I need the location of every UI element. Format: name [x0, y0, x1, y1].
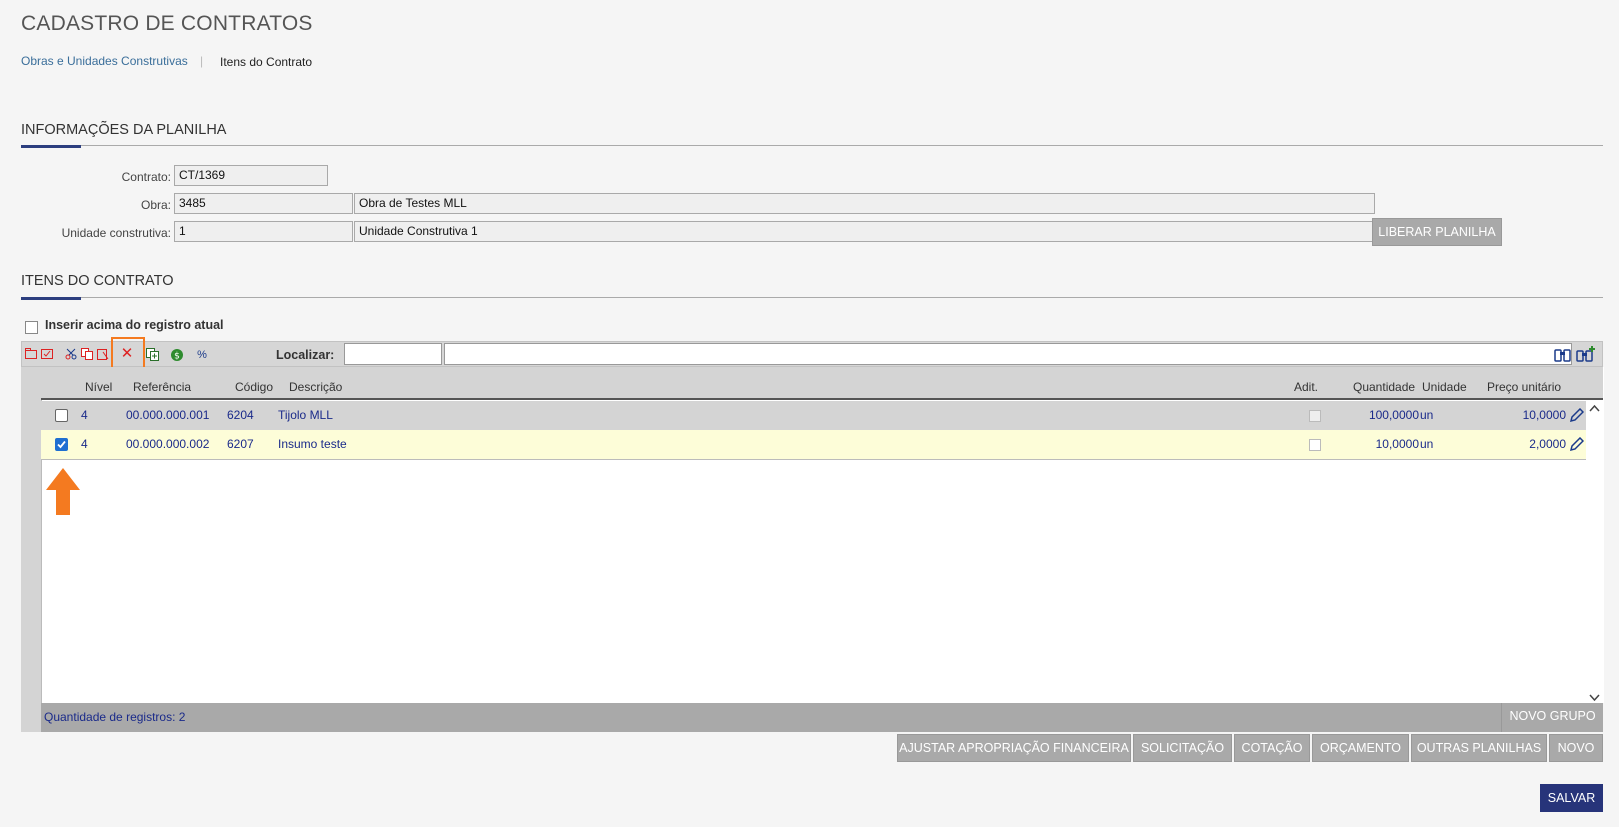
col-adit[interactable]: Adit. [1294, 380, 1318, 394]
row-checkbox[interactable] [55, 409, 68, 422]
col-unidade[interactable]: Unidade [1422, 380, 1467, 394]
binoculars-plus-icon[interactable] [1576, 346, 1596, 362]
insert-above-label: Inserir acima do registro atual [45, 318, 224, 332]
contrato-label: Contrato: [121, 170, 171, 184]
table-row[interactable]: 4 00.000.000.001 6204 Tijolo MLL 100,000… [41, 401, 1586, 430]
solicitacao-button[interactable]: SOLICITAÇÃO [1133, 734, 1232, 762]
liberar-planilha-button[interactable]: LIBERAR PLANILHA [1372, 218, 1502, 246]
insert-above-checkbox[interactable] [25, 321, 38, 334]
unidade-name-field[interactable]: Unidade Construtiva 1 [354, 221, 1373, 242]
cell-descricao: Tijolo MLL [278, 408, 333, 422]
grid-footer [41, 703, 1603, 732]
delete-highlight-annotation [111, 337, 145, 371]
orcamento-button[interactable]: ORÇAMENTO [1312, 734, 1409, 762]
grid-footer-gutter [21, 703, 41, 732]
contrato-field[interactable]: CT/1369 [174, 165, 328, 186]
cell-codigo: 6204 [227, 408, 254, 422]
breadcrumb-separator: | [200, 54, 204, 68]
scroll-up-icon[interactable] [1589, 403, 1600, 415]
col-codigo[interactable]: Código [235, 380, 273, 394]
cell-quantidade: 10,0000 [1375, 437, 1419, 451]
cell-nivel: 4 [81, 437, 88, 451]
breadcrumb-current: Itens do Contrato [220, 55, 313, 69]
info-section-title: INFORMAÇÕES DA PLANILHA [21, 122, 227, 138]
pencil-icon[interactable] [1569, 407, 1585, 426]
items-section-divider [21, 297, 1603, 298]
cell-adit-checkbox[interactable] [1309, 439, 1321, 451]
cell-adit-checkbox[interactable] [1309, 410, 1321, 422]
localizar-input[interactable] [444, 343, 1572, 365]
scissors-icon[interactable] [64, 348, 78, 362]
salvar-button[interactable]: SALVAR [1540, 784, 1603, 812]
table-row[interactable]: 4 00.000.000.002 6207 Insumo teste 10,00… [41, 430, 1586, 459]
localizar-input-short[interactable] [344, 343, 442, 365]
novo-grupo-button[interactable]: NOVO GRUPO [1501, 703, 1603, 732]
svg-text:$: $ [174, 352, 180, 362]
unidade-code-field[interactable]: 1 [174, 221, 353, 242]
row-checkbox-checked[interactable] [55, 438, 68, 451]
pencil-icon[interactable] [1569, 436, 1585, 455]
paste-icon[interactable] [96, 348, 110, 362]
grid-header: Nível Referência Código Descrição Adit. … [41, 367, 1603, 400]
unidade-label: Unidade construtiva: [61, 226, 171, 240]
page-title: CADASTRO DE CONTRATOS [21, 12, 313, 35]
duplicate-icon[interactable] [145, 348, 159, 362]
up-arrow-annotation [45, 468, 81, 518]
percent-icon[interactable]: % [195, 348, 209, 362]
cell-quantidade: 100,0000 [1368, 408, 1419, 422]
cell-referencia: 00.000.000.002 [126, 437, 210, 451]
grid-left-gutter [21, 367, 41, 703]
cell-unidade: un [1420, 408, 1434, 422]
items-toolbar: ✕ $ % Localizar: [21, 341, 1603, 367]
novo-button[interactable]: NOVO [1549, 734, 1603, 762]
items-section-accent [21, 297, 81, 300]
obra-name-field[interactable]: Obra de Testes MLL [354, 193, 1375, 214]
cell-referencia: 00.000.000.001 [126, 408, 210, 422]
col-quantidade[interactable]: Quantidade [1353, 380, 1415, 394]
obra-label: Obra: [140, 198, 171, 212]
grid-scrollbar[interactable] [1586, 401, 1603, 703]
items-section-title: ITENS DO CONTRATO [21, 273, 174, 289]
cell-codigo: 6207 [227, 437, 254, 451]
checklist-icon[interactable] [40, 348, 54, 362]
ajustar-apropriacao-button[interactable]: AJUSTAR APROPRIAÇÃO FINANCEIRA [897, 734, 1131, 762]
binoculars-icon[interactable] [1554, 346, 1572, 362]
info-section-accent [21, 145, 81, 148]
cell-descricao: Insumo teste [278, 437, 347, 451]
cell-nivel: 4 [81, 408, 88, 422]
cell-preco: 10,0000 [1522, 408, 1566, 422]
row-divider [41, 459, 1586, 460]
obra-code-field[interactable]: 3485 [174, 193, 353, 214]
col-nivel[interactable]: Nível [85, 380, 112, 394]
info-section-divider [21, 145, 1603, 146]
cell-preco: 2,0000 [1529, 437, 1566, 451]
outras-planilhas-button[interactable]: OUTRAS PLANILHAS [1411, 734, 1547, 762]
localizar-label: Localizar: [276, 348, 335, 362]
cotacao-button[interactable]: COTAÇÃO [1234, 734, 1310, 762]
record-count: Quantidade de registros: 2 [44, 710, 186, 724]
copy-icon[interactable] [80, 348, 94, 362]
col-preco[interactable]: Preço unitário [1487, 380, 1561, 394]
cell-unidade: un [1420, 437, 1434, 451]
money-icon[interactable]: $ [170, 348, 184, 362]
add-folder-icon[interactable] [24, 348, 38, 362]
col-descricao[interactable]: Descrição [289, 380, 342, 394]
breadcrumb-link-obras[interactable]: Obras e Unidades Construtivas [21, 54, 188, 68]
col-referencia[interactable]: Referência [133, 380, 191, 394]
